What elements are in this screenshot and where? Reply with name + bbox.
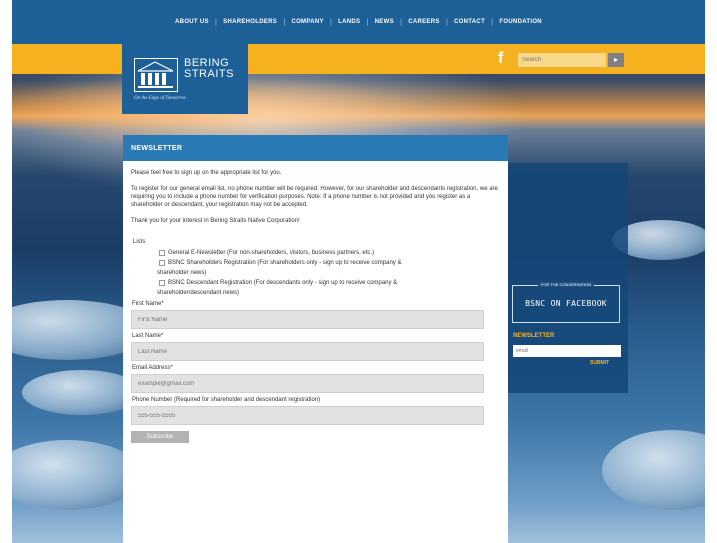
nav-item-news[interactable]: NEWS: [375, 19, 394, 25]
nav-item-shareholders[interactable]: SHAREHOLDERS: [223, 19, 277, 25]
nav-item-careers[interactable]: CAREERS: [408, 19, 439, 25]
nav-separator: |: [283, 18, 286, 26]
phone-label: Phone Number (Required for shareholder a…: [132, 397, 321, 403]
list-option-general[interactable]: General E-Newsletter (For non-shareholde…: [159, 249, 500, 257]
ice-rock: [602, 430, 705, 510]
subscribe-button[interactable]: Subscribe: [131, 431, 189, 443]
nav-separator: |: [445, 18, 449, 26]
list-option-label: BSNC Descendant Registration (For descen…: [168, 280, 398, 286]
list-option-continuation: shareholder/descendant news): [157, 290, 240, 296]
facebook-promo-caption-text: FOR THE CONVERSATION: [537, 282, 595, 287]
panel-body: Please feel free to sign up on the appro…: [123, 161, 508, 443]
list-option-continuation: shareholder news): [157, 270, 207, 276]
list-option-shareholders[interactable]: BSNC Shareholders Registration (For shar…: [159, 259, 500, 267]
first-name-field[interactable]: [131, 310, 484, 329]
search-button[interactable]: ▸: [608, 53, 624, 67]
page-background: ABOUT US | SHAREHOLDERS | COMPANY | LANDS | NEWS…: [12, 0, 705, 543]
list-option-descendants[interactable]: BSNC Descendant Registration (For descen…: [159, 279, 500, 287]
logo-text: BERING STRAITS: [184, 58, 234, 80]
list-option-label: General E-Newsletter (For non-shareholde…: [168, 250, 375, 256]
logo-mark-icon: [134, 58, 178, 92]
logo-line-2: STRAITS: [184, 68, 234, 80]
lists-label: Lists: [133, 239, 146, 245]
facebook-icon[interactable]: f: [498, 50, 503, 68]
right-sidebar: FOR THE CONVERSATION BSNC ON FACEBOOK NE…: [508, 163, 628, 393]
last-name-field[interactable]: [131, 342, 484, 361]
logo-tagline: On the Edge of Tomorrow: [134, 96, 186, 101]
panel-title: NEWSLETTER: [123, 135, 508, 161]
nav-item-contact[interactable]: CONTACT: [454, 19, 485, 25]
sidebar-newsletter-label: NEWSLETTER: [513, 333, 555, 339]
sidebar-submit-link[interactable]: SUBMIT: [590, 360, 609, 366]
nav-item-lands[interactable]: LANDS: [338, 19, 360, 25]
nav-item-company[interactable]: COMPANY: [291, 19, 323, 25]
search-arrow-icon: ▸: [613, 55, 618, 64]
email-field[interactable]: [131, 374, 484, 393]
top-navigation: ABOUT US | SHAREHOLDERS | COMPANY | LANDS | NEWS…: [12, 0, 705, 44]
thanks-text: Thank you for your interest in Bering St…: [131, 218, 300, 224]
email-label: Email Address*: [132, 365, 173, 371]
checkbox[interactable]: [159, 260, 165, 266]
facebook-promo-title: BSNC ON FACEBOOK: [525, 299, 607, 308]
nav-item-about-us[interactable]: ABOUT US: [175, 19, 209, 25]
nav-item-foundation[interactable]: FOUNDATION: [499, 19, 542, 25]
nav-separator: |: [366, 18, 369, 26]
last-name-label: Last Name*: [132, 333, 164, 339]
logo[interactable]: BERING STRAITS On the Edge of Tomorrow: [122, 44, 248, 114]
newsletter-panel: NEWSLETTER Please feel free to sign up o…: [123, 135, 508, 543]
building-icon: [137, 61, 174, 88]
checkbox[interactable]: [159, 250, 165, 256]
nav-separator: |: [399, 18, 403, 26]
register-note: To register for our general email list, …: [131, 186, 498, 208]
facebook-promo[interactable]: FOR THE CONVERSATION BSNC ON FACEBOOK: [512, 282, 620, 323]
nav-separator: |: [491, 18, 494, 26]
nav-separator: |: [214, 18, 218, 26]
nav-separator: |: [329, 18, 333, 26]
search-input[interactable]: [518, 53, 606, 67]
sidebar-email-input[interactable]: [513, 345, 621, 357]
checkbox[interactable]: [159, 280, 165, 286]
first-name-label: First Name*: [132, 301, 164, 307]
intro-text: Please feel free to sign up on the appro…: [131, 170, 282, 176]
facebook-promo-caption: FOR THE CONVERSATION: [513, 282, 619, 287]
list-option-label: BSNC Shareholders Registration (For shar…: [168, 260, 402, 266]
phone-field[interactable]: [131, 406, 484, 425]
